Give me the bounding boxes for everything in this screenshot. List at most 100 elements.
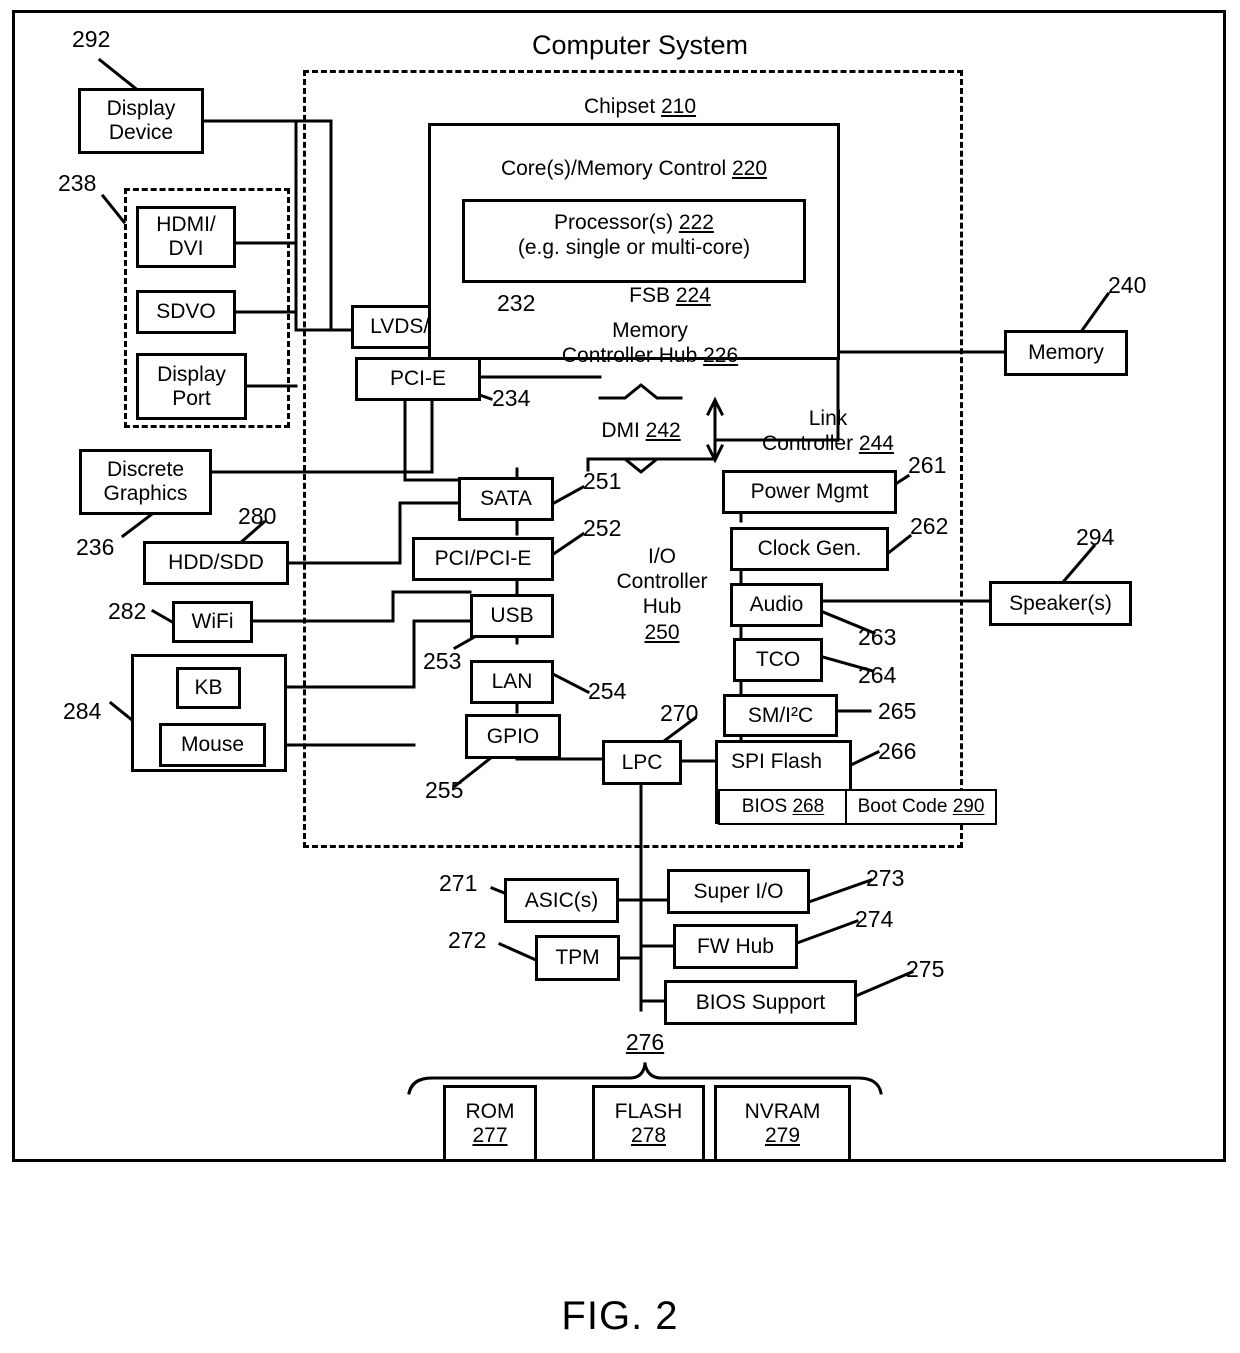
ref-275: 275 bbox=[906, 956, 945, 982]
ref-255: 255 bbox=[425, 777, 464, 803]
core-memory-control-label: Core(s)/Memory Control 220 bbox=[500, 157, 768, 180]
chipset-label: Chipset 210 bbox=[583, 95, 697, 118]
speakers-label: Speaker(s) bbox=[1009, 591, 1112, 615]
tpm-block[interactable]: TPM bbox=[535, 935, 620, 981]
display-port-block[interactable]: Display Port bbox=[136, 353, 247, 420]
kb-label: KB bbox=[194, 676, 223, 700]
lan-label: LAN bbox=[491, 670, 533, 694]
clock-gen-block[interactable]: Clock Gen. bbox=[730, 527, 889, 571]
hdd-sdd-block[interactable]: HDD/SDD bbox=[143, 541, 289, 585]
discrete-graphics-label: Discrete Graphics bbox=[103, 458, 188, 505]
bios-label: BIOS 268 bbox=[741, 796, 825, 818]
boot-code-label: Boot Code 290 bbox=[857, 796, 985, 818]
ref-251: 251 bbox=[583, 468, 622, 494]
ref-254: 254 bbox=[588, 678, 627, 704]
hdmi-dvi-label: HDMI/ DVI bbox=[156, 213, 216, 260]
gpio-block[interactable]: GPIO bbox=[465, 714, 561, 759]
sm-i2c-label: SM/I²C bbox=[747, 703, 814, 727]
audio-label: Audio bbox=[749, 593, 804, 617]
ref-264: 264 bbox=[858, 662, 897, 688]
ref-240: 240 bbox=[1108, 272, 1147, 298]
usb-label: USB bbox=[490, 604, 534, 628]
rom-label: ROM 277 bbox=[465, 1099, 515, 1147]
ref-292: 292 bbox=[72, 26, 111, 52]
figure-caption: FIG. 2 bbox=[561, 1294, 679, 1338]
bios-block[interactable]: BIOS 268 bbox=[718, 789, 848, 825]
lpc-block[interactable]: LPC bbox=[602, 740, 682, 785]
dmi-label: DMI 242 bbox=[601, 419, 681, 442]
ref-274: 274 bbox=[855, 906, 894, 932]
ref-252: 252 bbox=[583, 515, 622, 541]
ref-238: 238 bbox=[58, 170, 97, 196]
display-device-label: Display Device bbox=[106, 97, 176, 144]
ref-280: 280 bbox=[238, 503, 277, 529]
flash-block[interactable]: FLASH 278 bbox=[592, 1085, 705, 1162]
pci-e-graphics-label: PCI-E bbox=[389, 367, 446, 391]
mouse-block[interactable]: Mouse bbox=[159, 723, 266, 767]
bios-support-label: BIOS Support bbox=[695, 990, 826, 1014]
bios-support-block[interactable]: BIOS Support bbox=[664, 980, 857, 1025]
ref-276: 276 bbox=[625, 1029, 665, 1055]
fw-hub-block[interactable]: FW Hub bbox=[673, 924, 798, 969]
ref-270: 270 bbox=[660, 700, 699, 726]
io-controller-hub-label: I/O Controller Hub 250 bbox=[616, 545, 708, 644]
usb-block[interactable]: USB bbox=[470, 594, 554, 638]
discrete-graphics-block[interactable]: Discrete Graphics bbox=[79, 449, 212, 515]
patent-figure: Computer System Display Device 292 238 H… bbox=[0, 0, 1240, 1353]
fsb-label: FSB 224 bbox=[629, 284, 711, 307]
rom-block[interactable]: ROM 277 bbox=[443, 1085, 537, 1162]
pci-e-graphics-block[interactable]: PCI-E bbox=[355, 357, 481, 401]
sdvo-label: SDVO bbox=[156, 300, 216, 324]
link-controller-label: Link Controller 244 bbox=[762, 407, 894, 456]
wifi-block[interactable]: WiFi bbox=[172, 601, 253, 643]
clock-gen-label: Clock Gen. bbox=[757, 537, 862, 561]
sdvo-block[interactable]: SDVO bbox=[136, 290, 236, 334]
asics-block[interactable]: ASIC(s) bbox=[504, 878, 619, 923]
processors-label: Processor(s) 222 (e.g. single or multi-c… bbox=[517, 211, 751, 260]
memory-controller-hub-label: Memory Controller Hub 226 bbox=[561, 319, 739, 368]
memory-label: Memory bbox=[1028, 341, 1104, 365]
sata-block[interactable]: SATA bbox=[458, 477, 554, 521]
ref-263: 263 bbox=[858, 624, 897, 650]
boot-code-block[interactable]: Boot Code 290 bbox=[845, 789, 997, 825]
flash-label: FLASH 278 bbox=[614, 1099, 683, 1147]
power-mgmt-label: Power Mgmt bbox=[750, 480, 869, 504]
speakers-block[interactable]: Speaker(s) bbox=[989, 581, 1132, 626]
ref-272: 272 bbox=[448, 927, 487, 953]
ref-261: 261 bbox=[908, 452, 947, 478]
display-device-block[interactable]: Display Device bbox=[78, 88, 204, 154]
ref-232: 232 bbox=[497, 290, 536, 316]
ref-265: 265 bbox=[878, 698, 917, 724]
kb-block[interactable]: KB bbox=[176, 667, 241, 709]
asics-label: ASIC(s) bbox=[524, 888, 599, 912]
mouse-label: Mouse bbox=[180, 733, 245, 757]
sm-i2c-block[interactable]: SM/I²C bbox=[723, 694, 838, 737]
gpio-label: GPIO bbox=[486, 724, 540, 748]
pci-pcie-label: PCI/PCI-E bbox=[434, 547, 532, 571]
ref-253: 253 bbox=[423, 648, 462, 674]
super-io-block[interactable]: Super I/O bbox=[667, 869, 810, 914]
tpm-label: TPM bbox=[555, 946, 600, 970]
nvram-block[interactable]: NVRAM 279 bbox=[714, 1085, 851, 1162]
tco-block[interactable]: TCO bbox=[733, 638, 823, 682]
memory-block[interactable]: Memory bbox=[1004, 330, 1128, 376]
ref-284: 284 bbox=[63, 698, 102, 724]
audio-block[interactable]: Audio bbox=[730, 583, 823, 627]
hdmi-dvi-block[interactable]: HDMI/ DVI bbox=[136, 206, 236, 268]
figure-title: Computer System bbox=[531, 30, 749, 60]
wifi-label: WiFi bbox=[191, 610, 234, 634]
nvram-label: NVRAM 279 bbox=[744, 1099, 821, 1147]
ref-273: 273 bbox=[866, 865, 905, 891]
sata-label: SATA bbox=[480, 487, 532, 511]
super-io-label: Super I/O bbox=[693, 879, 784, 903]
spi-flash-label: SPI Flash bbox=[731, 750, 823, 773]
fw-hub-label: FW Hub bbox=[696, 934, 774, 958]
lan-block[interactable]: LAN bbox=[470, 660, 554, 704]
pci-pcie-block[interactable]: PCI/PCI-E bbox=[412, 537, 554, 581]
ref-262: 262 bbox=[910, 513, 949, 539]
power-mgmt-block[interactable]: Power Mgmt bbox=[722, 470, 897, 514]
ref-282: 282 bbox=[108, 598, 147, 624]
lpc-label: LPC bbox=[621, 750, 663, 774]
ref-266: 266 bbox=[878, 738, 917, 764]
ref-271: 271 bbox=[439, 870, 478, 896]
